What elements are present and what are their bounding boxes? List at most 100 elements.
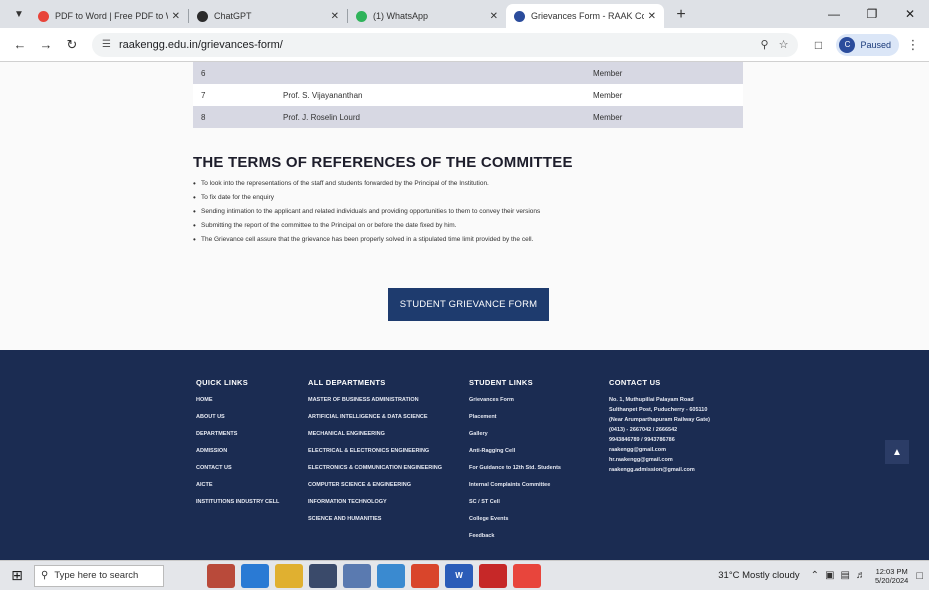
tab-title: Grievances Form - RAAK Colle (531, 11, 644, 21)
bookmark-star-icon[interactable]: ☆ (779, 38, 789, 51)
chrome-icon[interactable] (411, 563, 439, 588)
footer-link[interactable]: Gallery (469, 429, 561, 446)
profile-button[interactable]: C Paused (836, 33, 899, 56)
notification-icon[interactable]: □ (916, 570, 923, 582)
weather-widget[interactable]: 31°C Mostly cloudy (718, 570, 799, 581)
volume-icon[interactable]: ♬ (856, 570, 866, 581)
zoom-icon[interactable]: ⚲ (761, 38, 769, 51)
tab-favicon-icon (38, 10, 49, 22)
address-bar[interactable]: ☰ raakengg.edu.in/grievances-form/ ⚲ ☆ (92, 32, 799, 57)
reload-icon[interactable]: ↻ (60, 33, 84, 57)
footer-link[interactable]: INFORMATION TECHNOLOGY (308, 497, 442, 514)
footer-link[interactable]: DEPARTMENTS (196, 429, 279, 446)
browser-menu-icon[interactable]: ⋮ (905, 37, 921, 53)
footer-link[interactable]: SC / ST Cell (469, 497, 561, 514)
contact-heading: CONTACT US (609, 378, 661, 387)
clock-time: 12:03 PM (875, 566, 908, 576)
quick-links-heading: QUICK LINKS (196, 378, 249, 387)
extensions-icon[interactable]: □ (806, 33, 830, 57)
footer-link[interactable]: Grievances Form (469, 395, 561, 412)
footer-link[interactable]: Internal Complaints Committee (469, 480, 561, 497)
list-item: The Grievance cell assure that the griev… (193, 235, 753, 249)
footer-link[interactable]: ABOUT US (196, 412, 279, 429)
scroll-to-top-button[interactable]: ▲ (885, 440, 909, 464)
terms-list: To look into the representations of the … (193, 179, 753, 249)
tab-close-icon[interactable]: ✕ (648, 11, 656, 22)
tab-close-icon[interactable]: ✕ (172, 11, 180, 22)
member-name: Prof. J. Roselin Lourd (275, 106, 585, 128)
table-row: 6 Member (193, 62, 743, 84)
url-text[interactable]: raakengg.edu.in/grievances-form/ (119, 39, 751, 51)
browser-toolbar: ← → ↻ ☰ raakengg.edu.in/grievances-form/… (0, 28, 929, 62)
student-grievance-form-button[interactable]: STUDENT GRIEVANCE FORM (388, 288, 549, 321)
footer-link[interactable]: AICTE (196, 480, 279, 497)
student-links-heading: STUDENT LINKS (469, 378, 533, 387)
footer-link[interactable]: For Guidance to 12th Std. Students (469, 463, 561, 480)
list-item: To look into the representations of the … (193, 179, 753, 193)
tab-4[interactable]: Grievances Form - RAAK Colle ✕ (506, 4, 664, 28)
taskbar-search[interactable]: ⚲ Type here to search (34, 564, 164, 587)
tab-favicon-icon (197, 10, 208, 22)
minimize-icon[interactable]: — (815, 0, 853, 28)
footer-link[interactable]: ELECTRONICS & COMMUNICATION ENGINEERING (308, 463, 442, 480)
footer-link[interactable]: MECHANICAL ENGINEERING (308, 429, 442, 446)
tab-3[interactable]: (1) WhatsApp ✕ (348, 4, 506, 28)
system-tray: 31°C Mostly cloudy ⌃ ▣ ▤ ♬ 12:03 PM 5/20… (718, 561, 929, 590)
windows-taskbar: ⊞ ⚲ Type here to search W 31°C Mostly cl… (0, 560, 929, 590)
close-window-icon[interactable]: ✕ (891, 0, 929, 28)
taskbar-search-placeholder: Type here to search (54, 570, 139, 581)
footer-link[interactable]: CONTACT US (196, 463, 279, 480)
footer-link[interactable]: ADMISSION (196, 446, 279, 463)
member-role: Member (585, 84, 743, 106)
back-icon[interactable]: ← (8, 33, 32, 57)
footer-link[interactable]: ARTIFICIAL INTELLIGENCE & DATA SCIENCE (308, 412, 442, 429)
footer-link[interactable]: MASTER OF BUSINESS ADMINISTRATION (308, 395, 442, 412)
tab-close-icon[interactable]: ✕ (331, 11, 339, 22)
contact-line: (Near Arumparthapuram Railway Gate) (609, 417, 710, 423)
pdf-reader-icon[interactable] (479, 563, 507, 588)
site-settings-icon[interactable]: ☰ (102, 39, 111, 50)
start-button[interactable]: ⊞ (0, 561, 34, 590)
contact-line: No. 1, Muthupillai Palayam Road (609, 397, 694, 403)
word-icon[interactable]: W (445, 563, 473, 588)
terms-heading: THE TERMS OF REFERENCES OF THE COMMITTEE (193, 154, 573, 171)
contact-line: Sulthanpet Post, Puducherry - 605110 (609, 407, 708, 413)
footer-student-links: STUDENT LINKS Grievances Form Placement Ga… (469, 378, 561, 548)
network-icon[interactable]: ▤ (841, 570, 850, 581)
footer-link[interactable]: College Events (469, 514, 561, 531)
footer-link[interactable]: Feedback (469, 531, 561, 548)
battery-icon[interactable]: ▣ (825, 570, 834, 581)
tab-title: ChatGPT (214, 11, 252, 21)
footer-link[interactable]: Anti-Ragging Cell (469, 446, 561, 463)
footer-link[interactable]: COMPUTER SCIENCE & ENGINEERING (308, 480, 442, 497)
tray-chevron-up-icon[interactable]: ⌃ (811, 570, 819, 581)
restore-icon[interactable]: ❐ (853, 0, 891, 28)
footer-link[interactable]: SCIENCE AND HUMANITIES (308, 514, 442, 531)
tab-search-chevron-icon[interactable]: ▼ (8, 3, 30, 25)
committee-members-table: 6 Member 7 Prof. S. Vijayananthan Member 8 Pro… (193, 62, 743, 128)
member-number: 6 (193, 62, 275, 84)
footer-link[interactable]: Placement (469, 412, 561, 429)
forward-icon[interactable]: → (34, 33, 58, 57)
taskbar-clock[interactable]: 12:03 PM 5/20/2024 (875, 567, 908, 585)
edge-icon[interactable] (241, 563, 269, 588)
store-icon[interactable] (309, 563, 337, 588)
tab-title: (1) WhatsApp (373, 11, 429, 21)
tab-close-icon[interactable]: ✕ (490, 11, 498, 22)
mail-icon[interactable] (343, 563, 371, 588)
tab-1[interactable]: PDF to Word | Free PDF to Wo ✕ (30, 4, 188, 28)
member-name: Prof. S. Vijayananthan (275, 84, 585, 106)
member-number: 8 (193, 106, 275, 128)
new-tab-button[interactable]: + (670, 4, 692, 26)
terms-section: THE TERMS OF REFERENCES OF THE COMMITTEE… (193, 154, 753, 249)
footer-link[interactable]: HOME (196, 395, 279, 412)
taskbar-pinned-apps: W (204, 563, 544, 588)
photos-icon[interactable] (377, 563, 405, 588)
file-explorer-icon[interactable] (275, 563, 303, 588)
footer-link[interactable]: ELECTRICAL & ELECTRONICS ENGINEERING (308, 446, 442, 463)
contact-line: 9943846789 / 9943786786 (609, 437, 675, 443)
tab-2[interactable]: ChatGPT ✕ (189, 4, 347, 28)
game-app-icon[interactable] (207, 563, 235, 588)
footer-link[interactable]: INSTITUTIONS INDUSTRY CELL (196, 497, 279, 514)
chrome-profile-icon[interactable] (513, 563, 541, 588)
